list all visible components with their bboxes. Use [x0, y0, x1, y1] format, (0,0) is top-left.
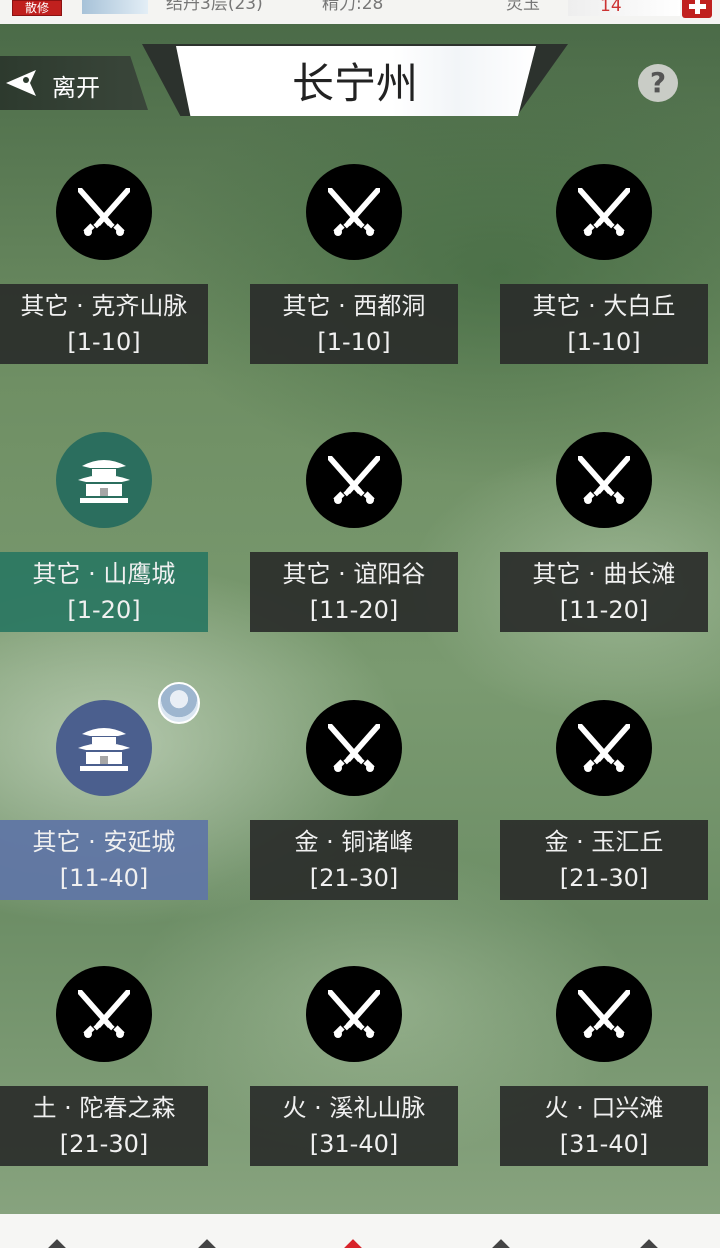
location-level-range: [31-40]	[559, 1130, 649, 1158]
region-title-plate: 长宁州	[142, 44, 568, 118]
battle-location-icon[interactable]	[306, 966, 402, 1062]
add-jade-button[interactable]	[682, 0, 712, 18]
location-label-plate[interactable]: 火 · 口兴滩 [31-40]	[500, 1086, 708, 1166]
crossed-swords-icon	[78, 188, 130, 236]
location-name: 其它 · 山鹰城	[32, 560, 176, 588]
nav-tab-3[interactable]	[343, 1239, 363, 1248]
crossed-swords-icon	[328, 188, 380, 236]
pagoda-city-icon	[78, 728, 130, 771]
crossed-swords-icon	[78, 990, 130, 1038]
battle-location-icon[interactable]	[306, 700, 402, 796]
location-label-plate[interactable]: 土 · 陀春之森 [21-30]	[0, 1086, 208, 1166]
location-label-plate[interactable]: 其它 · 西都洞 [1-10]	[250, 284, 458, 364]
location-item[interactable]: 金 · 玉汇丘 [21-30]	[500, 700, 710, 900]
crossed-swords-icon	[578, 456, 630, 504]
leave-button[interactable]: 离开	[0, 56, 148, 110]
question-icon: ?	[649, 66, 667, 99]
location-item[interactable]: 其它 · 山鹰城 [1-20]	[0, 432, 210, 632]
location-item[interactable]: 其它 · 曲长滩 [11-20]	[500, 432, 710, 632]
city-location-icon[interactable]	[56, 432, 152, 528]
location-level-range: [1-10]	[317, 328, 391, 356]
location-name: 其它 · 安延城	[32, 828, 176, 856]
rank-badge: 散修	[12, 0, 62, 16]
status-bar: 散修 结丹3层(23) 精力:28 灵玉 14	[0, 0, 720, 24]
battle-location-icon[interactable]	[306, 164, 402, 260]
player-avatar	[158, 682, 200, 724]
location-item[interactable]: 土 · 陀春之森 [21-30]	[0, 966, 210, 1166]
location-item[interactable]: 其它 · 西都洞 [1-10]	[250, 164, 460, 364]
location-level-range: [21-30]	[309, 864, 399, 892]
crossed-swords-icon	[328, 990, 380, 1038]
location-level-range: [1-10]	[567, 328, 641, 356]
location-name: 其它 · 克齐山脉	[20, 292, 188, 320]
location-item[interactable]: 火 · 口兴滩 [31-40]	[500, 966, 710, 1166]
location-label-plate[interactable]: 金 · 玉汇丘 [21-30]	[500, 820, 708, 900]
crossed-swords-icon	[578, 990, 630, 1038]
location-name: 其它 · 曲长滩	[532, 560, 676, 588]
jade-value: 14	[568, 0, 680, 16]
battle-location-icon[interactable]	[56, 164, 152, 260]
bottom-nav	[0, 1214, 720, 1248]
location-level-range: [11-40]	[59, 864, 149, 892]
pagoda-city-icon	[78, 460, 130, 503]
location-name: 金 · 玉汇丘	[544, 828, 664, 856]
location-label-plate[interactable]: 其它 · 安延城 [11-40]	[0, 820, 208, 900]
city-location-icon[interactable]	[56, 700, 152, 796]
nav-tab-5[interactable]	[639, 1239, 659, 1248]
location-name: 其它 · 西都洞	[282, 292, 426, 320]
location-item[interactable]: 其它 · 克齐山脉 [1-10]	[0, 164, 210, 364]
nav-tab-2[interactable]	[197, 1239, 217, 1248]
help-button[interactable]: ?	[638, 64, 678, 102]
location-label-plate[interactable]: 其它 · 曲长滩 [11-20]	[500, 552, 708, 632]
battle-location-icon[interactable]	[556, 164, 652, 260]
nav-tab-4[interactable]	[491, 1239, 511, 1248]
location-item[interactable]: 其它 · 安延城 [11-40]	[0, 700, 210, 900]
battle-location-icon[interactable]	[306, 432, 402, 528]
location-name: 其它 · 谊阳谷	[282, 560, 426, 588]
stamina-text: 精力:28	[322, 0, 384, 14]
location-label-plate[interactable]: 其它 · 谊阳谷 [11-20]	[250, 552, 458, 632]
location-item[interactable]: 其它 · 大白丘 [1-10]	[500, 164, 710, 364]
crossed-swords-icon	[578, 188, 630, 236]
back-arrow-icon	[6, 70, 36, 96]
battle-location-icon[interactable]	[556, 432, 652, 528]
crossed-swords-icon	[328, 724, 380, 772]
crossed-swords-icon	[328, 456, 380, 504]
location-name: 土 · 陀春之森	[32, 1094, 176, 1122]
location-item[interactable]: 火 · 溪礼山脉 [31-40]	[250, 966, 460, 1166]
location-level-range: [31-40]	[309, 1130, 399, 1158]
battle-location-icon[interactable]	[556, 966, 652, 1062]
location-level-range: [1-20]	[67, 596, 141, 624]
location-level-range: [21-30]	[559, 864, 649, 892]
jade-label: 灵玉	[506, 0, 540, 14]
nav-tab-1[interactable]	[47, 1239, 67, 1248]
leave-label: 离开	[52, 74, 100, 102]
location-label-plate[interactable]: 其它 · 克齐山脉 [1-10]	[0, 284, 208, 364]
crossed-swords-icon	[578, 724, 630, 772]
mini-avatar[interactable]	[82, 0, 148, 14]
battle-location-icon[interactable]	[556, 700, 652, 796]
location-item[interactable]: 金 · 铜诸峰 [21-30]	[250, 700, 460, 900]
location-label-plate[interactable]: 其它 · 大白丘 [1-10]	[500, 284, 708, 364]
location-item[interactable]: 其它 · 谊阳谷 [11-20]	[250, 432, 460, 632]
location-level-range: [1-10]	[67, 328, 141, 356]
cultivation-text: 结丹3层(23)	[166, 0, 263, 14]
location-level-range: [11-20]	[559, 596, 649, 624]
battle-location-icon[interactable]	[56, 966, 152, 1062]
location-name: 其它 · 大白丘	[532, 292, 676, 320]
location-name: 金 · 铜诸峰	[294, 828, 414, 856]
location-level-range: [11-20]	[309, 596, 399, 624]
location-label-plate[interactable]: 其它 · 山鹰城 [1-20]	[0, 552, 208, 632]
location-label-plate[interactable]: 火 · 溪礼山脉 [31-40]	[250, 1086, 458, 1166]
location-name: 火 · 口兴滩	[544, 1094, 664, 1122]
location-name: 火 · 溪礼山脉	[282, 1094, 426, 1122]
page-title: 长宁州	[291, 59, 418, 108]
location-level-range: [21-30]	[59, 1130, 149, 1158]
location-label-plate[interactable]: 金 · 铜诸峰 [21-30]	[250, 820, 458, 900]
